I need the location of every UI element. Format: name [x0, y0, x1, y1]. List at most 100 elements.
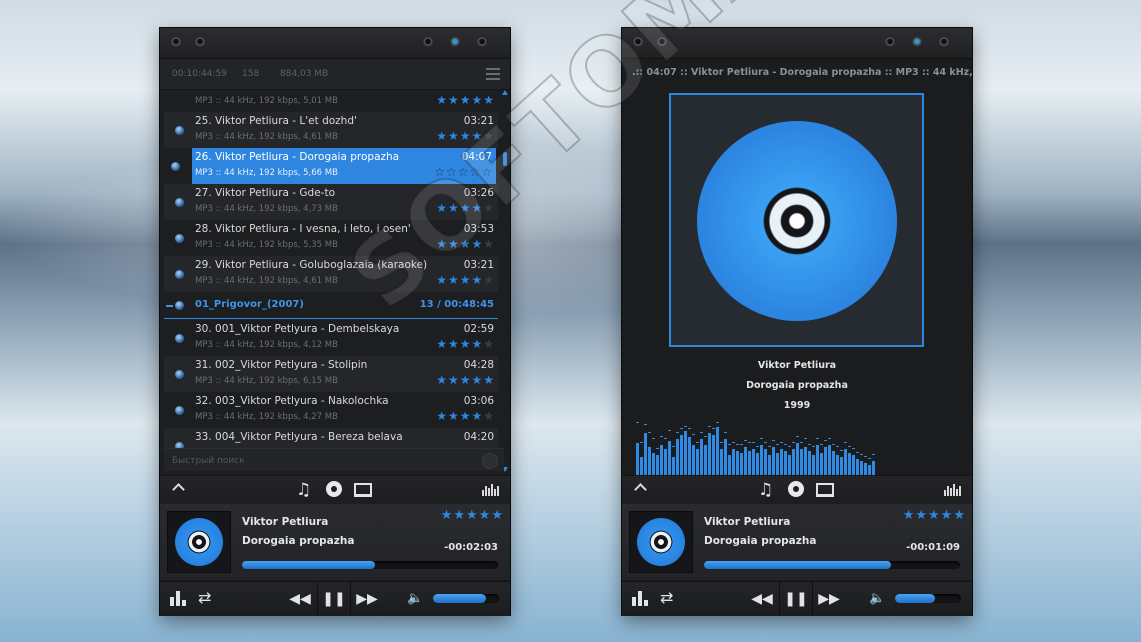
album-art [669, 93, 924, 347]
remaining-time: -00:01:09 [906, 542, 960, 553]
track-rating-stars[interactable]: ☆☆☆☆☆ [434, 165, 493, 179]
equalizer-icon[interactable] [944, 482, 962, 496]
spectrum-peak [684, 426, 687, 427]
rating-stars[interactable]: ★★★★★ [903, 508, 966, 523]
track-meta: MP3 :: 44 kHz, 192 kbps, 4,27 MB [195, 412, 338, 422]
spectrum-bar [664, 449, 667, 475]
track-rating-stars[interactable]: ★★★★★ [436, 373, 495, 387]
track-duration: 03:06 [463, 395, 494, 407]
music-note-icon[interactable]: ♫ [758, 480, 773, 500]
track-bullet-icon [175, 126, 184, 135]
screen-icon[interactable] [816, 483, 834, 497]
track-duration: 03:26 [463, 187, 494, 199]
repeat-icon[interactable]: ⇄ [198, 590, 211, 606]
playlist-track-row[interactable]: 30. 001_Viktor Petlyura - Dembelskaya 02:… [164, 320, 498, 356]
spectrum-bar [812, 455, 815, 475]
window-dot-icon[interactable] [633, 37, 643, 47]
previous-button[interactable]: ◀◀ [284, 582, 316, 616]
spectrum-peak [720, 442, 723, 443]
search-input[interactable] [170, 451, 474, 471]
spectrum-bar [680, 435, 683, 475]
previous-button[interactable]: ◀◀ [746, 582, 778, 616]
disc-icon[interactable] [326, 481, 342, 497]
search-clear-icon[interactable] [482, 453, 498, 469]
menu-icon[interactable] [486, 68, 500, 80]
seek-bar-fill [242, 561, 376, 569]
next-button[interactable]: ▶▶ [350, 582, 383, 616]
track-rating-stars[interactable]: ★★★★★ [436, 93, 495, 107]
window-dot-icon[interactable] [657, 37, 667, 47]
collapse-dash-icon[interactable] [166, 305, 173, 307]
title-bar[interactable] [160, 28, 510, 59]
statistics-icon[interactable] [170, 591, 186, 606]
pause-button[interactable]: ❚❚ [317, 582, 350, 616]
maximize-dot-icon[interactable] [912, 37, 922, 47]
statistics-icon[interactable] [632, 591, 648, 606]
track-rating-stars[interactable]: ★★★★★ [436, 237, 495, 251]
volume-icon[interactable]: 🔈 [407, 591, 423, 607]
album-group-header[interactable]: 01_Prigovor_(2007) 13 / 00:48:45 [164, 294, 498, 319]
volume-icon[interactable]: 🔈 [869, 591, 885, 607]
quick-search [164, 448, 504, 471]
spectrum-peak [728, 444, 731, 445]
chevron-up-icon[interactable] [634, 483, 647, 496]
spectrum-bar [640, 457, 643, 475]
spectrum-bar [844, 449, 847, 475]
spectrum-bar [836, 455, 839, 475]
spectrum-peak [864, 456, 867, 457]
spectrum-bar [800, 449, 803, 475]
window-dot-icon[interactable] [171, 37, 181, 47]
playlist-track-row[interactable]: 26. Viktor Petliura - Dorogaia propazha 0… [171, 148, 496, 184]
next-button[interactable]: ▶▶ [812, 582, 845, 616]
spectrum-bar [864, 463, 867, 475]
spectrum-bar [832, 451, 835, 475]
playlist-track-row[interactable]: 29. Viktor Petliura - Goluboglazaia (kar… [164, 256, 498, 292]
chevron-up-icon[interactable] [172, 483, 185, 496]
rating-stars[interactable]: ★★★★★ [441, 508, 504, 523]
repeat-icon[interactable]: ⇄ [660, 590, 673, 606]
playlist-track-row[interactable]: 25. Viktor Petliura - L'et dozhd' 03:21 MP… [164, 112, 498, 148]
track-rating-stars[interactable]: ★★★★★ [436, 273, 495, 287]
seek-bar[interactable] [242, 561, 498, 569]
playlist[interactable]: MP3 :: 44 kHz, 192 kbps, 5,01 MB ★★★★★ 25.… [160, 90, 510, 474]
volume-slider[interactable] [895, 594, 961, 603]
playlist-track-row[interactable]: 28. Viktor Petliura - I vesna, i leto, i… [164, 220, 498, 256]
equalizer-icon[interactable] [482, 482, 500, 496]
pause-button[interactable]: ❚❚ [779, 582, 812, 616]
title-bar[interactable] [622, 28, 972, 59]
playlist-track-row[interactable]: MP3 :: 44 kHz, 192 kbps, 5,01 MB ★★★★★ [164, 90, 498, 112]
playlist-track-row[interactable]: 32. 003_Viktor Petlyura - Nakolochka 03:0… [164, 392, 498, 428]
track-rating-stars[interactable]: ★★★★★ [436, 337, 495, 351]
spectrum-peak [688, 428, 691, 429]
volume-slider[interactable] [433, 594, 499, 603]
track-duration: 04:28 [463, 359, 494, 371]
spectrum-peak [860, 454, 863, 455]
spectrum-bar [744, 447, 747, 475]
playlist-scrollbar[interactable] [502, 90, 508, 474]
seek-bar[interactable] [704, 561, 960, 569]
spectrum-peak [748, 442, 751, 443]
maximize-dot-icon[interactable] [450, 37, 460, 47]
close-dot-icon[interactable] [939, 37, 949, 47]
spectrum-peak [656, 448, 659, 449]
track-title: 26. Viktor Petliura - Dorogaia propazha [195, 151, 400, 163]
track-duration: 03:21 [463, 259, 494, 271]
playlist-track-row[interactable]: 27. Viktor Petliura - Gde-to 03:26 MP3 :: … [164, 184, 498, 220]
close-dot-icon[interactable] [477, 37, 487, 47]
minimize-dot-icon[interactable] [423, 37, 433, 47]
scroll-up-icon[interactable] [502, 90, 508, 95]
spectrum-visualizer [636, 413, 956, 475]
minimize-dot-icon[interactable] [885, 37, 895, 47]
scroll-thumb[interactable] [503, 152, 507, 166]
track-rating-stars[interactable]: ★★★★★ [436, 129, 495, 143]
disc-icon[interactable] [788, 481, 804, 497]
music-note-icon[interactable]: ♫ [296, 480, 311, 500]
window-dot-icon[interactable] [195, 37, 205, 47]
now-playing-artist: Viktor Petliura [242, 516, 329, 528]
playlist-track-row[interactable]: 31. 002_Viktor Petlyura - Stolipin 04:28 M… [164, 356, 498, 392]
screen-icon[interactable] [354, 483, 372, 497]
track-rating-stars[interactable]: ★★★★★ [436, 409, 495, 423]
track-rating-stars[interactable]: ★★★★★ [436, 201, 495, 215]
spectrum-bar [748, 451, 751, 475]
spectrum-peak [652, 438, 655, 439]
